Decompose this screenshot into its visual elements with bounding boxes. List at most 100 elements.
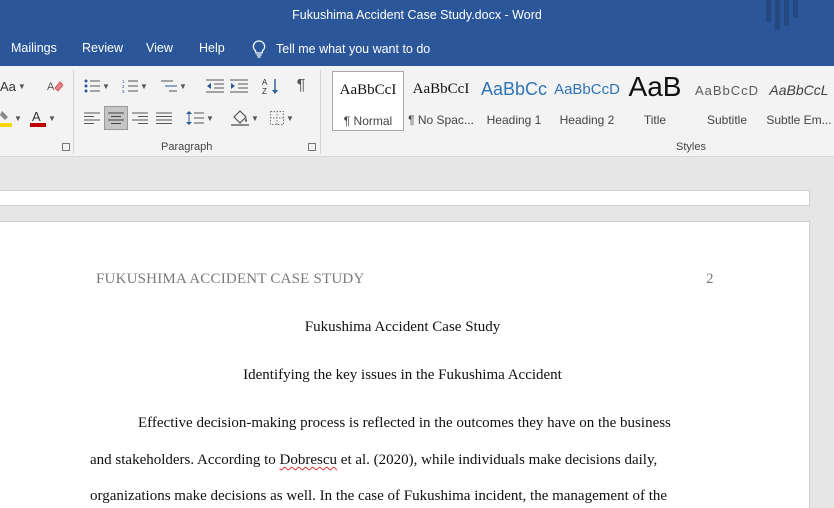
chevron-down-icon: ▼ — [251, 113, 259, 123]
body-line-3: organizations make decisions as well. In… — [90, 488, 668, 504]
style-subtitle[interactable]: AaBbCcD Subtitle — [691, 71, 763, 131]
align-left-icon — [84, 112, 100, 124]
style-name: Subtitle — [706, 113, 748, 127]
chevron-down-icon: ▼ — [17, 81, 26, 91]
align-center-button[interactable] — [104, 106, 128, 130]
font-color-icon: A — [30, 109, 46, 127]
font-dialog-launcher[interactable] — [62, 143, 70, 151]
chevron-down-icon: ▼ — [286, 113, 294, 123]
decrease-indent-button[interactable] — [205, 76, 225, 96]
page-number: 2 — [706, 271, 714, 287]
align-right-button[interactable] — [130, 108, 150, 128]
line-spacing-icon — [186, 111, 204, 125]
tab-view[interactable]: View — [146, 41, 173, 55]
numbering-button[interactable]: 1 2 3 ▼ — [122, 76, 148, 96]
align-right-icon — [132, 112, 148, 124]
title-bar-decoration — [766, 0, 826, 32]
tab-help[interactable]: Help — [199, 41, 225, 55]
style-name: ¶ Normal — [343, 114, 393, 128]
style-preview: AaB — [628, 71, 682, 102]
borders-icon — [270, 111, 284, 125]
ribbon: Aa ▼ A ▼ A ▼ ▼ 1 2 3 ▼ ▼ A Z ¶ ▼ ▼ ▼ Par… — [0, 66, 834, 157]
increase-indent-icon — [230, 79, 248, 93]
spelling-error[interactable]: Dobrescu — [280, 452, 337, 468]
style-title[interactable]: AaB Title — [619, 71, 691, 131]
svg-text:A: A — [32, 109, 41, 124]
style-preview: AaBbCcL — [769, 82, 829, 98]
styles-gallery: AaBbCcI ¶ Normal AaBbCcI ¶ No Spac... Aa… — [330, 71, 834, 133]
running-head: FUKUSHIMA ACCIDENT CASE STUDY — [96, 271, 365, 287]
styles-group-label: Styles — [676, 141, 706, 153]
eraser-icon: A — [47, 81, 64, 93]
word-window: Fukushima Accident Case Study.docx - Wor… — [0, 0, 834, 508]
document-area: FUKUSHIMA ACCIDENT CASE STUDY 2 Fukushim… — [0, 157, 834, 508]
svg-text:3: 3 — [122, 89, 125, 93]
style-preview: AaBbCcD — [694, 83, 760, 98]
paragraph-group-label: Paragraph — [161, 141, 213, 153]
pilcrow-icon: ¶ — [296, 77, 306, 94]
chevron-down-icon: ▼ — [140, 81, 148, 91]
document-title: Fukushima Accident Case Study — [304, 319, 501, 335]
ribbon-tabs: Mailings Review View Help Tell me what y… — [0, 32, 834, 66]
clear-formatting-button[interactable]: A — [46, 76, 66, 96]
decrease-indent-icon — [206, 79, 224, 93]
chevron-down-icon: ▼ — [206, 113, 214, 123]
numbering-icon: 1 2 3 — [122, 79, 138, 93]
style-preview: AaBbCcD — [554, 81, 620, 98]
body-text: et al. (2020), while individuals make de… — [337, 452, 658, 468]
style-normal[interactable]: AaBbCcI ¶ Normal — [332, 71, 404, 131]
previous-page-bottom — [0, 190, 810, 206]
highlight-color-button[interactable]: ▼ — [0, 108, 22, 128]
chevron-down-icon: ▼ — [179, 81, 187, 91]
shading-button[interactable]: ▼ — [231, 108, 259, 128]
justify-icon — [156, 112, 172, 124]
style-subtle-emphasis[interactable]: AaBbCcL Subtle Em... — [763, 71, 834, 131]
increase-indent-button[interactable] — [229, 76, 249, 96]
paint-bucket-icon — [231, 110, 249, 126]
style-name: Heading 2 — [559, 113, 615, 127]
body-text: and stakeholders. According to — [90, 452, 280, 468]
body-line-2: and stakeholders. According to Dobrescu … — [90, 452, 657, 469]
style-preview: AaBbCcI — [412, 81, 470, 97]
style-no-spacing[interactable]: AaBbCcI ¶ No Spac... — [405, 71, 477, 131]
justify-button[interactable] — [154, 108, 174, 128]
style-name: Title — [643, 113, 667, 127]
sort-button[interactable]: AZ — [261, 76, 281, 96]
bullets-icon — [84, 79, 100, 93]
chevron-down-icon: ▼ — [14, 113, 22, 123]
paragraph-dialog-launcher[interactable] — [308, 143, 316, 151]
tell-me-search[interactable]: Tell me what you want to do — [252, 40, 430, 58]
chevron-down-icon: ▼ — [102, 81, 110, 91]
document-page[interactable]: FUKUSHIMA ACCIDENT CASE STUDY 2 Fukushim… — [0, 221, 810, 508]
tab-mailings[interactable]: Mailings — [11, 41, 57, 55]
align-center-icon — [108, 112, 124, 124]
tab-review[interactable]: Review — [82, 41, 123, 55]
sort-icon: AZ — [262, 78, 278, 95]
line-spacing-button[interactable]: ▼ — [186, 108, 214, 128]
highlighter-icon — [0, 111, 12, 127]
section-heading: Identifying the key issues in the Fukush… — [243, 367, 562, 383]
multilevel-list-icon — [161, 80, 177, 92]
style-preview: AaBbCcI — [339, 82, 397, 98]
bullets-button[interactable]: ▼ — [84, 76, 110, 96]
show-formatting-marks-button[interactable]: ¶ — [291, 76, 311, 96]
change-case-button[interactable]: Aa ▼ — [0, 76, 26, 96]
group-separator — [73, 70, 74, 154]
change-case-label: Aa — [0, 78, 16, 94]
style-heading-1[interactable]: AaBbCc Heading 1 — [478, 71, 550, 131]
svg-text:A: A — [262, 78, 268, 87]
multilevel-list-button[interactable]: ▼ — [161, 76, 187, 96]
tell-me-label: Tell me what you want to do — [276, 42, 431, 56]
font-color-button[interactable]: A ▼ — [30, 108, 56, 128]
style-name: Heading 1 — [486, 113, 542, 127]
chevron-down-icon: ▼ — [48, 113, 56, 123]
align-left-button[interactable] — [82, 108, 102, 128]
borders-button[interactable]: ▼ — [270, 108, 294, 128]
style-preview: AaBbCc — [480, 79, 548, 99]
lightbulb-icon — [252, 40, 266, 58]
svg-text:Z: Z — [262, 87, 267, 95]
style-heading-2[interactable]: AaBbCcD Heading 2 — [551, 71, 623, 131]
body-line-1: Effective decision-making process is ref… — [138, 415, 671, 431]
group-separator — [320, 70, 321, 154]
window-title: Fukushima Accident Case Study.docx - Wor… — [292, 8, 542, 22]
